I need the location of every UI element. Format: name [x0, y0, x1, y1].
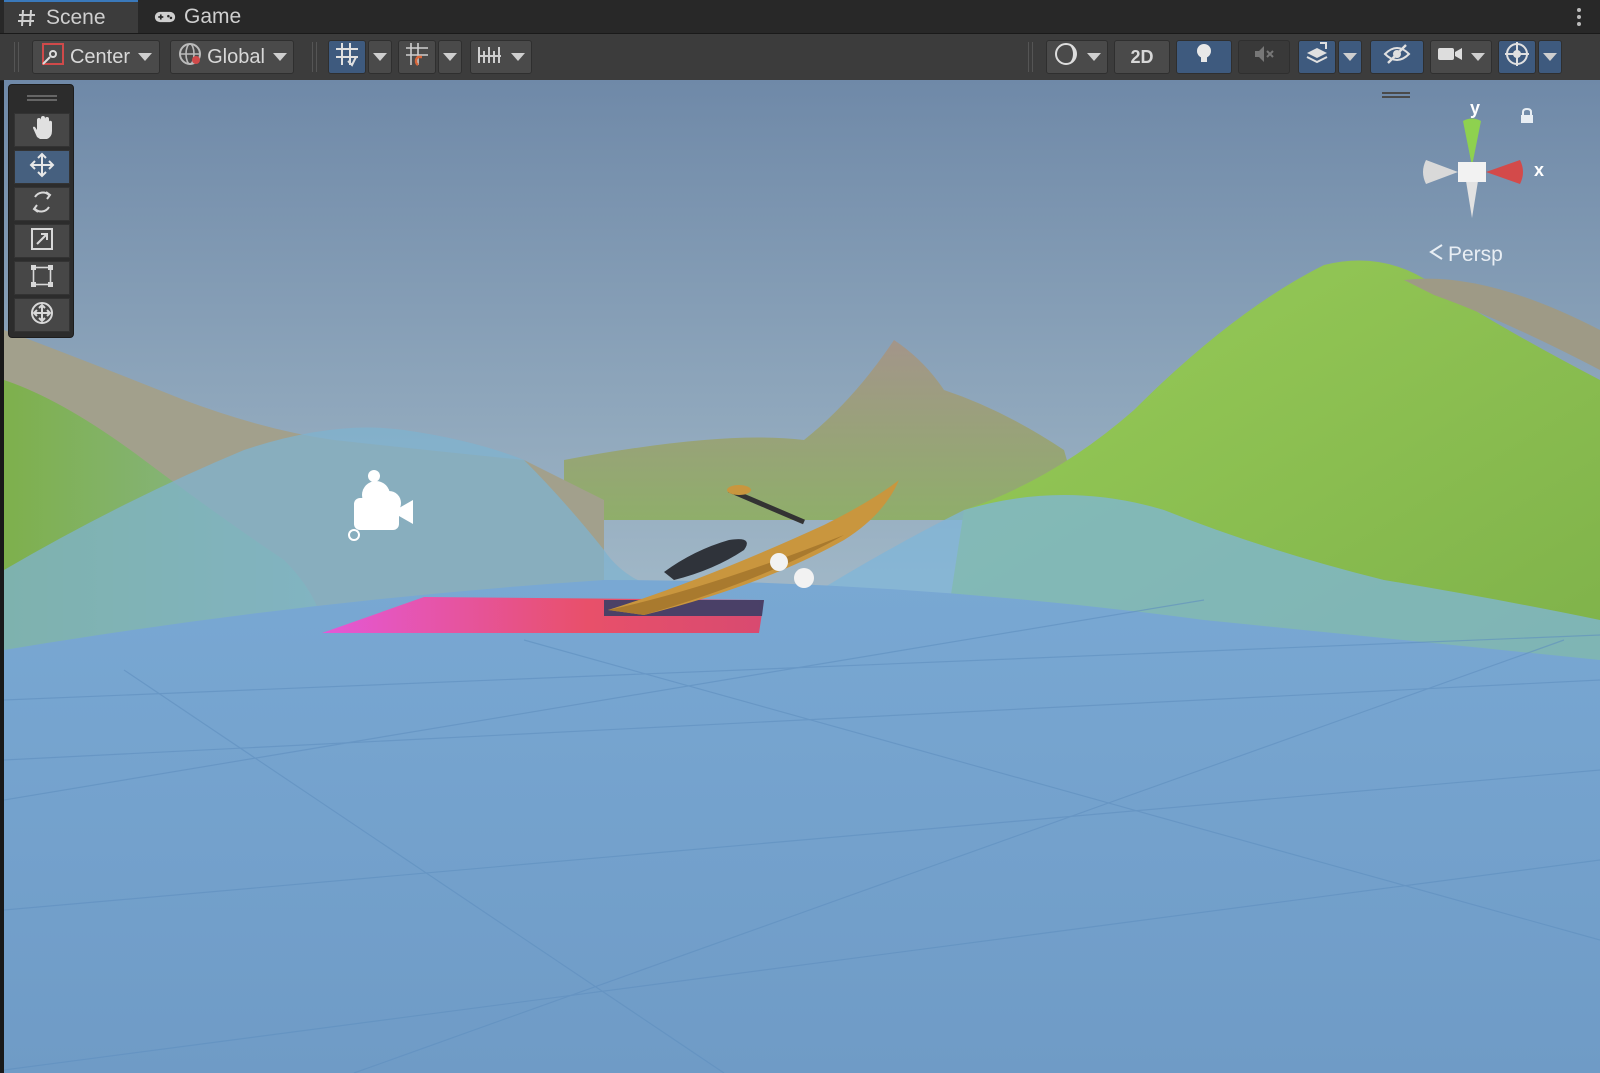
rect-icon — [29, 263, 55, 294]
pivot-mode-label: Center — [69, 45, 131, 68]
chevron-down-icon — [272, 53, 287, 61]
toolbar-grip — [1028, 42, 1033, 72]
scale-tool-button[interactable] — [14, 224, 70, 258]
increment-snap-button[interactable] — [470, 40, 532, 74]
gizmo-overlay-handle[interactable] — [1382, 92, 1410, 98]
grid-icon — [334, 41, 360, 73]
move-tool-button[interactable] — [14, 150, 70, 184]
tab-game[interactable]: Game — [142, 0, 262, 33]
transform-tool-button[interactable] — [14, 298, 70, 332]
chevron-down-icon — [1343, 53, 1357, 61]
gizmo-lock-icon[interactable] — [1520, 107, 1534, 129]
move-icon — [28, 151, 56, 184]
tab-bar: Scene Game — [0, 0, 1600, 34]
projection-label: Persp — [1448, 243, 1503, 266]
pivot-center-icon — [40, 41, 66, 73]
camera-icon — [1437, 45, 1463, 69]
tab-scene[interactable]: Scene — [4, 0, 138, 33]
chevron-down-icon — [1087, 53, 1101, 61]
gamepad-icon — [154, 6, 176, 28]
toolbar-grip — [14, 42, 19, 72]
scene-toolbar: Center Global 2D — [0, 34, 1600, 81]
toolbar-grip — [312, 42, 317, 72]
rect-tool-button[interactable] — [14, 261, 70, 295]
rotate-icon — [29, 189, 55, 220]
lighting-toggle-button[interactable] — [1176, 40, 1232, 74]
grid-options-dropdown[interactable] — [368, 40, 392, 74]
eye-slash-icon — [1383, 43, 1411, 71]
toggle-2d-button[interactable]: 2D — [1114, 40, 1170, 74]
snap-icon — [404, 41, 430, 73]
overlay-handle[interactable] — [27, 95, 57, 101]
chevron-down-icon — [1471, 53, 1485, 61]
rotate-tool-button[interactable] — [14, 187, 70, 221]
gizmo-y-label: y — [1470, 98, 1481, 118]
effects-options-dropdown[interactable] — [1338, 40, 1362, 74]
space-mode-label: Global — [207, 45, 265, 68]
scene-visibility-button[interactable] — [1370, 40, 1424, 74]
effects-toggle-button[interactable] — [1298, 40, 1336, 74]
layers-icon — [1304, 42, 1330, 72]
tab-scene-label: Scene — [46, 5, 106, 29]
mute-icon — [1252, 43, 1276, 71]
scene-render — [4, 80, 1600, 1073]
draw-mode-button[interactable] — [1046, 40, 1108, 74]
hand-icon — [29, 115, 55, 146]
gizmos-options-dropdown[interactable] — [1538, 40, 1562, 74]
ruler-icon — [477, 43, 503, 71]
chevron-down-icon — [511, 53, 525, 61]
audio-toggle-button[interactable] — [1238, 40, 1290, 74]
chevron-down-icon — [373, 53, 387, 61]
tab-game-label: Game — [184, 4, 242, 28]
pivot-mode-button[interactable]: Center — [32, 40, 160, 74]
lightbulb-icon — [1194, 42, 1214, 72]
chevron-down-icon — [1543, 53, 1557, 61]
grid-visibility-button[interactable] — [328, 40, 366, 74]
more-options-icon[interactable] — [1576, 6, 1582, 28]
globe-icon — [177, 41, 203, 73]
gizmo-x-label: x — [1534, 160, 1545, 180]
gizmos-toggle-button[interactable] — [1498, 40, 1536, 74]
hash-icon — [16, 7, 38, 29]
chevron-down-icon — [138, 53, 153, 61]
tools-overlay — [8, 84, 74, 338]
gizmo-icon — [1504, 41, 1530, 73]
scale-icon — [29, 226, 55, 257]
hand-tool-button[interactable] — [14, 113, 70, 147]
space-mode-button[interactable]: Global — [170, 40, 294, 74]
toggle-2d-label: 2D — [1130, 46, 1154, 67]
shaded-sphere-icon — [1053, 41, 1079, 73]
chevron-left-icon — [1428, 243, 1444, 267]
camera-settings-button[interactable] — [1430, 40, 1492, 74]
grid-snap-button[interactable] — [398, 40, 436, 74]
projection-toggle[interactable]: Persp — [1428, 243, 1503, 267]
snap-options-dropdown[interactable] — [438, 40, 462, 74]
scene-viewport[interactable] — [4, 80, 1600, 1073]
chevron-down-icon — [443, 53, 457, 61]
transform-icon — [28, 299, 56, 332]
